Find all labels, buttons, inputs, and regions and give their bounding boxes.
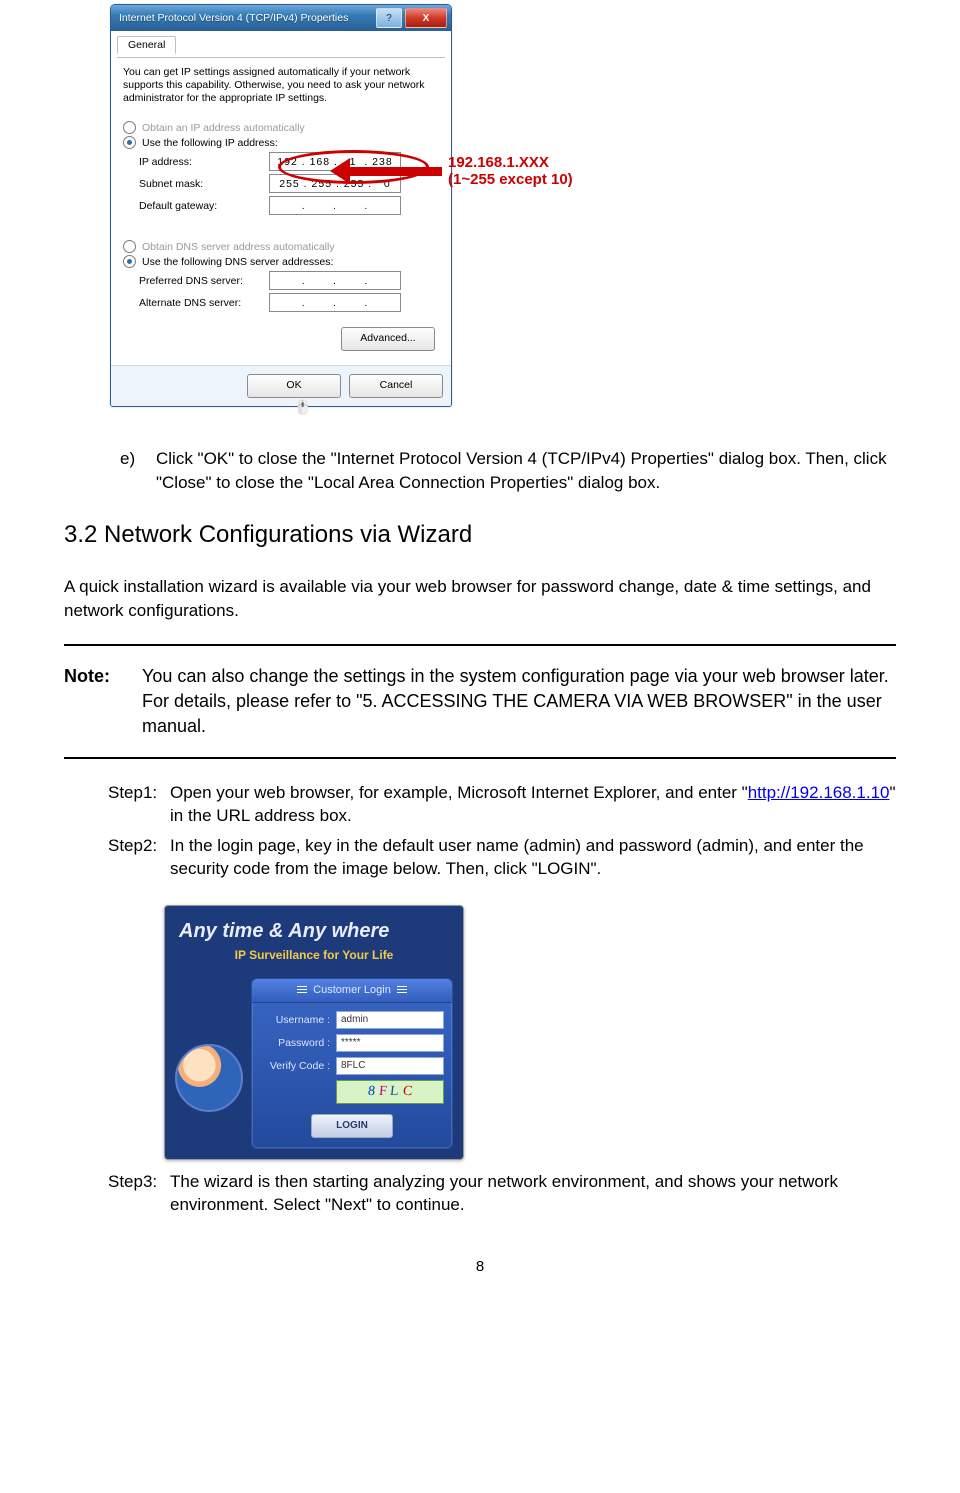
advanced-button[interactable]: Advanced... xyxy=(341,327,435,351)
radio-use-dns[interactable] xyxy=(123,255,136,268)
subnet-mask-label: Subnet mask: xyxy=(139,178,269,190)
avatar-icon xyxy=(175,1044,243,1112)
close-icon[interactable]: X xyxy=(405,8,447,28)
step2-text: In the login page, key in the default us… xyxy=(170,834,896,881)
radio-auto-ip-label: Obtain an IP address automatically xyxy=(142,122,305,134)
login-screenshot: Any time & Any where IP Surveillance for… xyxy=(164,905,464,1160)
radio-use-ip[interactable] xyxy=(123,136,136,149)
step3-label: Step3: xyxy=(108,1170,164,1217)
ok-button[interactable]: OK xyxy=(247,374,341,398)
list-item-e-text: Click "OK" to close the "Internet Protoc… xyxy=(156,447,896,494)
page-number: 8 xyxy=(64,1257,896,1278)
captcha-image: 8 F L C xyxy=(336,1080,444,1104)
section-heading: 3.2 Network Configurations via Wizard xyxy=(64,518,896,551)
dialog-titlebar: Internet Protocol Version 4 (TCP/IPv4) P… xyxy=(111,5,451,31)
radio-use-dns-label: Use the following DNS server addresses: xyxy=(142,256,333,268)
username-input[interactable]: admin xyxy=(336,1011,444,1029)
step3-text: The wizard is then starting analyzing yo… xyxy=(170,1170,896,1217)
password-input[interactable]: ***** xyxy=(336,1034,444,1052)
radio-auto-dns-label: Obtain DNS server address automatically xyxy=(142,241,335,253)
alt-dns-input[interactable]: . . . xyxy=(269,293,401,312)
login-subtitle: IP Surveillance for Your Life xyxy=(179,947,449,964)
note-block: Note: You can also change the settings i… xyxy=(64,644,896,758)
login-brand: Any time & Any where xyxy=(179,918,449,946)
radio-auto-dns[interactable] xyxy=(123,240,136,253)
gateway-input[interactable]: . . . xyxy=(269,196,401,215)
login-button[interactable]: LOGIN xyxy=(311,1114,393,1138)
ip-address-label: IP address: xyxy=(139,156,269,168)
list-marker-e: e) xyxy=(120,447,142,494)
callout-line1: 192.168.1.XXX xyxy=(448,154,549,171)
ipv4-properties-dialog: Internet Protocol Version 4 (TCP/IPv4) P… xyxy=(110,4,452,407)
bars-icon xyxy=(397,986,407,994)
pref-dns-input[interactable]: . . . xyxy=(269,271,401,290)
verify-input[interactable]: 8FLC xyxy=(336,1057,444,1075)
annotation-callout: 192.168.1.XXX (1~255 except 10) xyxy=(330,154,573,189)
step1-label: Step1: xyxy=(108,781,164,828)
gateway-label: Default gateway: xyxy=(139,200,269,212)
radio-use-ip-label: Use the following IP address: xyxy=(142,137,278,149)
step2-label: Step2: xyxy=(108,834,164,881)
note-label: Note: xyxy=(64,664,124,738)
step1-text: Open your web browser, for example, Micr… xyxy=(170,781,896,828)
dialog-title: Internet Protocol Version 4 (TCP/IPv4) P… xyxy=(119,12,348,24)
note-body: You can also change the settings in the … xyxy=(142,664,896,738)
verify-label: Verify Code : xyxy=(260,1059,330,1073)
password-label: Password : xyxy=(260,1036,330,1050)
bars-icon xyxy=(297,986,307,994)
username-label: Username : xyxy=(260,1013,330,1027)
tab-strip: General xyxy=(117,35,445,58)
callout-line2: (1~255 except 10) xyxy=(448,171,573,188)
tab-general[interactable]: General xyxy=(117,36,176,54)
alt-dns-label: Alternate DNS server: xyxy=(139,297,269,309)
pref-dns-label: Preferred DNS server: xyxy=(139,275,269,287)
help-icon[interactable]: ? xyxy=(376,8,402,28)
radio-auto-ip[interactable] xyxy=(123,121,136,134)
arrow-left-icon xyxy=(330,162,442,180)
dialog-description: You can get IP settings assigned automat… xyxy=(123,66,439,105)
step1-url-link[interactable]: http://192.168.1.10 xyxy=(748,783,890,802)
login-panel: Customer Login Username : admin Password… xyxy=(251,978,453,1149)
cancel-button[interactable]: Cancel xyxy=(349,374,443,398)
login-panel-title: Customer Login xyxy=(252,979,452,1003)
section-intro: A quick installation wizard is available… xyxy=(64,575,896,622)
